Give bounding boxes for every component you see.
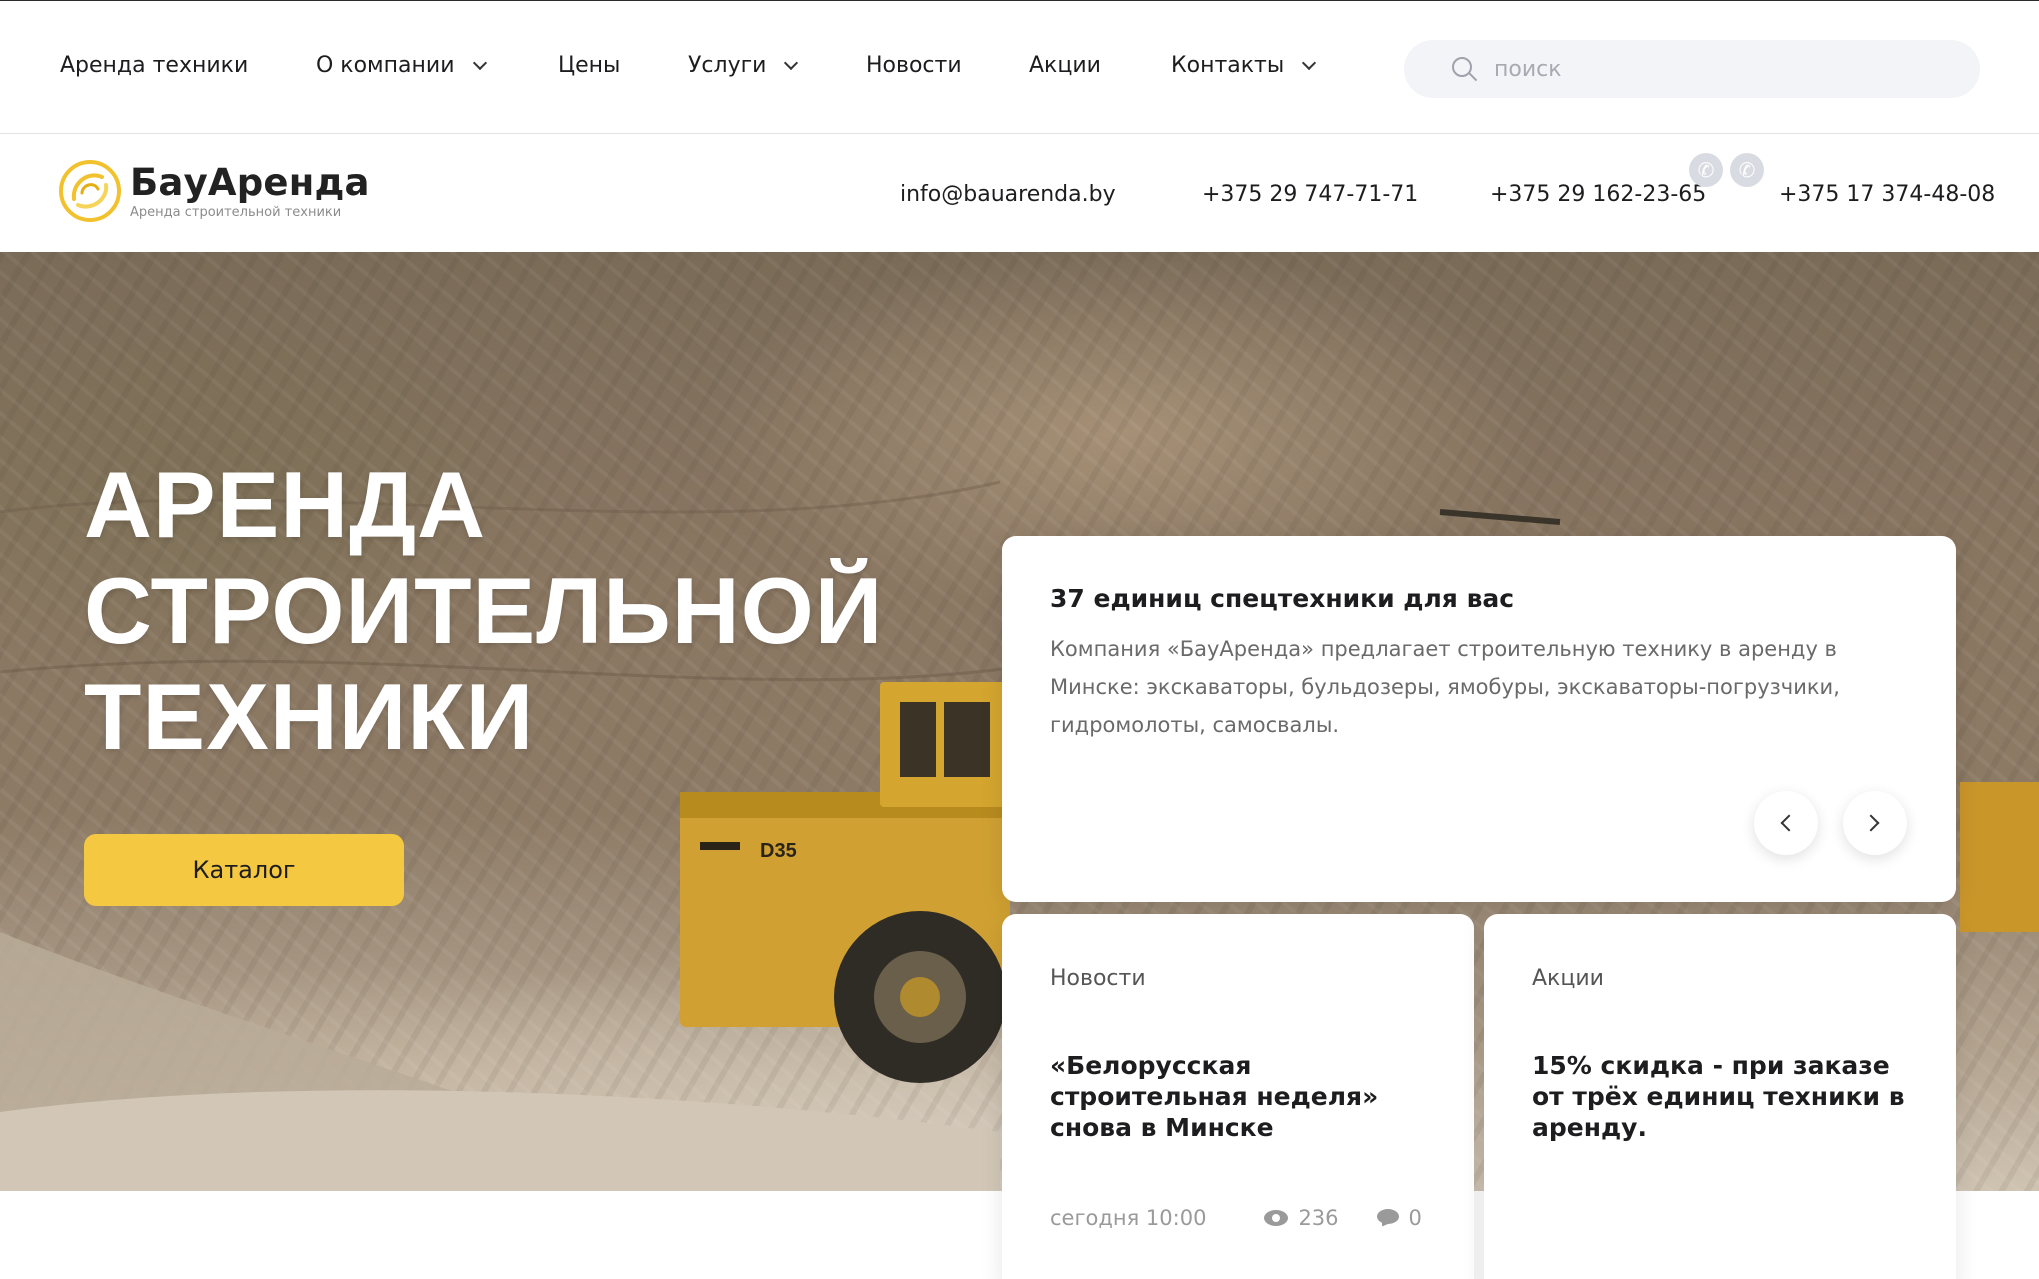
promo-card-label: Акции [1532, 966, 1604, 991]
slider-next-button[interactable] [1843, 791, 1907, 855]
promo-card-title[interactable]: 15% скидка - при заказе от трёх единиц т… [1532, 1050, 1922, 1143]
phone-link-1[interactable]: +375 29 747-71-71 [1202, 182, 1418, 207]
hero-title-line: ТЕХНИКИ [84, 664, 535, 769]
nav-item-label: Услуги [688, 53, 767, 78]
news-card-title[interactable]: «Белорусская строительная неделя» снова … [1050, 1050, 1440, 1143]
news-card-label: Новости [1050, 966, 1146, 991]
news-comments: 0 [1408, 1206, 1422, 1230]
nav-item-label: Контакты [1171, 53, 1285, 78]
nav-item-prices[interactable]: Цены [558, 53, 620, 78]
search-icon[interactable] [1452, 57, 1478, 82]
phone-link-2[interactable]: +375 29 162-23-65 [1490, 182, 1706, 207]
chevron-down-icon [1302, 55, 1317, 70]
nav-item-rental[interactable]: Аренда техники [60, 53, 248, 78]
viber-icon[interactable] [1730, 153, 1764, 187]
top-navigation: Аренда техники О компании Цены Услуги Но… [0, 0, 2039, 134]
nav-item-services[interactable]: Услуги [688, 53, 799, 78]
truck-marking: D35 [760, 840, 797, 862]
nav-item-label: О компании [316, 53, 455, 78]
info-card-description: Компания «БауАренда» предлагает строител… [1050, 637, 1840, 737]
logo-name: БауАренда [130, 160, 370, 204]
slider-prev-button[interactable] [1754, 791, 1818, 855]
info-card-title: 37 единиц спецтехники для вас [1050, 584, 1515, 613]
logo-tagline: Аренда строительной техники [130, 204, 342, 220]
news-card[interactable]: Новости «Белорусская строительная неделя… [1002, 914, 1474, 1279]
whatsapp-icon[interactable] [1689, 153, 1723, 187]
chevron-down-icon [784, 55, 799, 70]
chevron-right-icon [1862, 814, 1880, 832]
phone-link-3[interactable]: +375 17 374-48-08 [1779, 182, 1995, 207]
site-header: БауАренда Аренда строительной техники in… [0, 135, 2039, 252]
logo[interactable]: БауАренда Аренда строительной техники [58, 159, 370, 223]
search-box[interactable] [1404, 40, 1980, 98]
promo-card[interactable]: Акции 15% скидка - при заказе от трёх ед… [1484, 914, 1956, 1279]
chevron-left-icon [1780, 814, 1798, 832]
hero-title: АРЕНДА СТРОИТЕЛЬНОЙ ТЕХНИКИ [84, 452, 883, 770]
news-views: 236 [1298, 1206, 1339, 1230]
nav-item-contacts[interactable]: Контакты [1171, 53, 1317, 78]
hero-title-line: СТРОИТЕЛЬНОЙ [84, 558, 884, 663]
search-input[interactable] [1494, 56, 1934, 82]
nav-item-label: Новости [866, 53, 962, 78]
nav-item-promotions[interactable]: Акции [1029, 53, 1101, 78]
nav-item-about[interactable]: О компании [316, 53, 487, 78]
email-link[interactable]: info@bauarenda.by [900, 182, 1116, 207]
eye-icon [1264, 1210, 1289, 1226]
nav-item-news[interactable]: Новости [866, 53, 962, 78]
hero-title-line: АРЕНДА [84, 452, 487, 557]
info-card: 37 единиц спецтехники для вас Компания «… [1002, 536, 1956, 902]
nav-item-label: Акции [1029, 53, 1101, 78]
nav-item-label: Аренда техники [60, 53, 249, 78]
news-meta: сегодня 10:00 236 0 [1050, 1206, 1422, 1230]
nav-item-label: Цены [558, 53, 621, 78]
comment-icon [1376, 1209, 1399, 1230]
news-time: сегодня 10:00 [1050, 1206, 1207, 1230]
catalog-button[interactable]: Каталог [84, 834, 404, 906]
chevron-down-icon [472, 55, 487, 70]
logo-icon [59, 160, 121, 222]
